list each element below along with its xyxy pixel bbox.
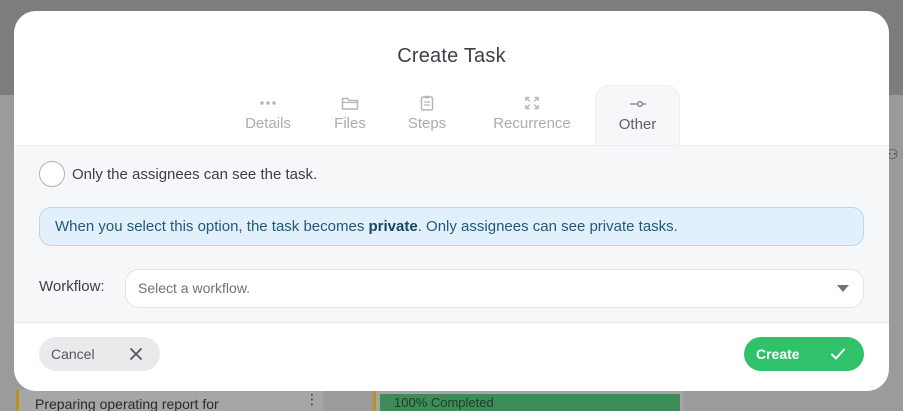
tab-label: Other [618,116,657,133]
create-button-label: Create [756,346,800,362]
tab-label: Steps [407,115,447,132]
private-checkbox-label: Only the assignees can see the task. [72,165,318,183]
other-tab-panel: Only the assignees can see the task. Whe… [14,145,889,323]
dialog-title: Create Task [397,45,506,67]
background-task-title: Preparing operating report for [35,396,219,411]
slider-icon [629,101,646,107]
info-text-prefix: When you select this option, the task be… [55,218,369,235]
background-progress-bar: 100% Completed [380,394,680,411]
tab-files[interactable]: Files [320,85,380,145]
tab-bar: Details Files Steps Recurrence Other [14,85,889,145]
tab-label: Recurrence [493,115,571,132]
check-icon [831,348,845,360]
private-option[interactable]: Only the assignees can see the task. [39,161,317,187]
create-task-dialog: Create Task Details Files Steps Recurren… [14,11,889,391]
more-vertical-icon: ⋮ [305,391,319,407]
close-icon [130,348,142,360]
tab-recurrence[interactable]: Recurrence [482,85,582,145]
background-task-card: Preparing operating report for ⋮ [16,390,323,411]
clipboard-icon [420,95,434,111]
info-text-suffix: . Only assignees can see private tasks. [417,218,678,235]
workflow-select[interactable]: Select a workflow. [125,269,864,308]
background-progress-card: 100% Completed [373,390,683,411]
tab-label: Details [245,115,291,132]
cancel-button-label: Cancel [51,346,95,362]
info-text-bold: private [368,218,418,235]
workflow-placeholder: Select a workflow. [138,280,251,296]
tab-steps[interactable]: Steps [397,85,457,145]
private-info-message: When you select this option, the task be… [39,207,864,246]
folder-icon [341,97,359,110]
tab-label: Files [334,115,366,132]
create-button[interactable]: Create [744,337,864,371]
recurrence-icon [525,96,539,110]
cancel-button[interactable]: Cancel [39,337,160,371]
workflow-label: Workflow: [39,278,105,295]
chevron-down-icon [837,285,849,292]
private-checkbox[interactable] [39,161,65,187]
tab-other[interactable]: Other [595,85,680,145]
tab-details[interactable]: Details [228,85,308,145]
more-dots-icon [260,101,276,105]
